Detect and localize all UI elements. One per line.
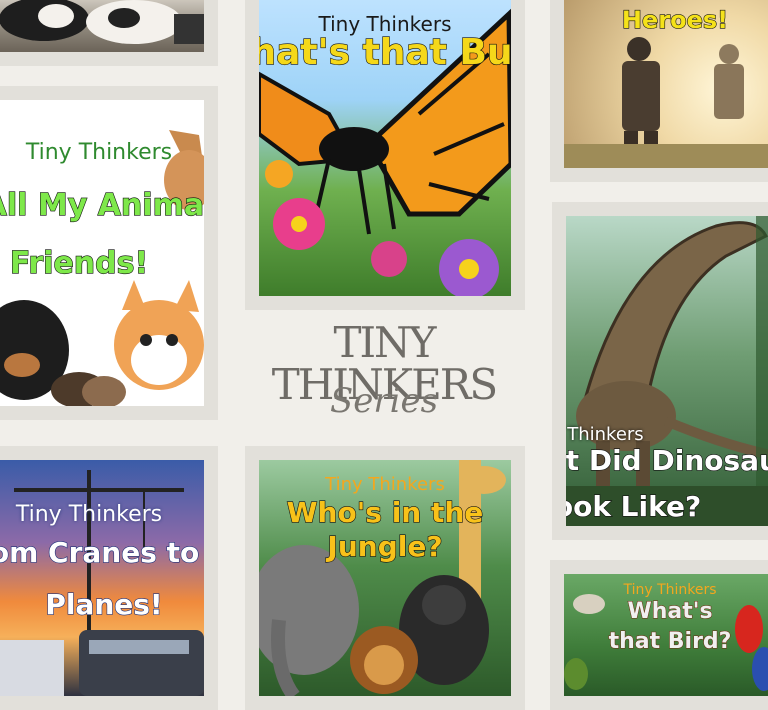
book-title: Heroes!: [621, 6, 729, 34]
book-title: What Did Dinosaurs: [566, 444, 768, 477]
crane-illustration: [0, 470, 204, 696]
book-title: What's: [627, 599, 713, 624]
book-cover-heroes: Heroes!: [564, 0, 768, 168]
series-subtitle: Series: [329, 381, 439, 421]
book-title: All My Animal: [0, 188, 204, 223]
book-cover-dinosaurs: Tiny Thinkers What Did Dinosaurs Look Li…: [566, 216, 768, 526]
book-cover-bug: Tiny Thinkers What's that Bug?: [259, 0, 511, 296]
book-frame-bird[interactable]: Tiny Thinkers What's that Bird?: [550, 560, 768, 710]
book-title-line2: Friends!: [9, 246, 149, 281]
book-title-line2: Look Like?: [566, 490, 702, 523]
book-title: From Cranes to: [0, 536, 200, 569]
dinosaur-illustration: [566, 216, 768, 526]
cow-illustration: [0, 0, 204, 44]
book-brand: Tiny Thinkers: [15, 502, 163, 527]
book-frame-dinosaurs[interactable]: Tiny Thinkers What Did Dinosaurs Look Li…: [552, 202, 768, 540]
book-cover-bird: Tiny Thinkers What's that Bird?: [564, 574, 768, 696]
book-frame-jungle[interactable]: Tiny Thinkers Who's in the Jungle?: [245, 446, 525, 710]
book-frame-farm[interactable]: [0, 0, 218, 66]
book-cover-jungle: Tiny Thinkers Who's in the Jungle?: [259, 460, 511, 696]
book-cover-animals: Tiny Thinkers All My Animal Friends!: [0, 100, 204, 406]
book-title-line2: Jungle?: [327, 530, 443, 563]
book-title: What's that Bug?: [259, 32, 511, 73]
book-title-line2: Planes!: [45, 588, 164, 621]
book-brand: Tiny Thinkers: [623, 582, 717, 598]
book-frame-animals[interactable]: Tiny Thinkers All My Animal Friends!: [0, 86, 218, 420]
book-cover-farm: [0, 0, 204, 52]
book-title-line2: that Bird?: [608, 629, 732, 654]
book-frame-bug[interactable]: Tiny Thinkers What's that Bug?: [245, 0, 525, 310]
book-frame-cranes[interactable]: Tiny Thinkers From Cranes to Planes!: [0, 446, 218, 710]
book-frame-heroes[interactable]: Heroes!: [550, 0, 768, 182]
book-brand: Tiny Thinkers: [566, 424, 644, 445]
book-brand: Tiny Thinkers: [25, 140, 173, 165]
book-brand: Tiny Thinkers: [325, 474, 445, 495]
book-cover-cranes: Tiny Thinkers From Cranes to Planes!: [0, 460, 204, 696]
book-title: Who's in the: [286, 496, 484, 529]
